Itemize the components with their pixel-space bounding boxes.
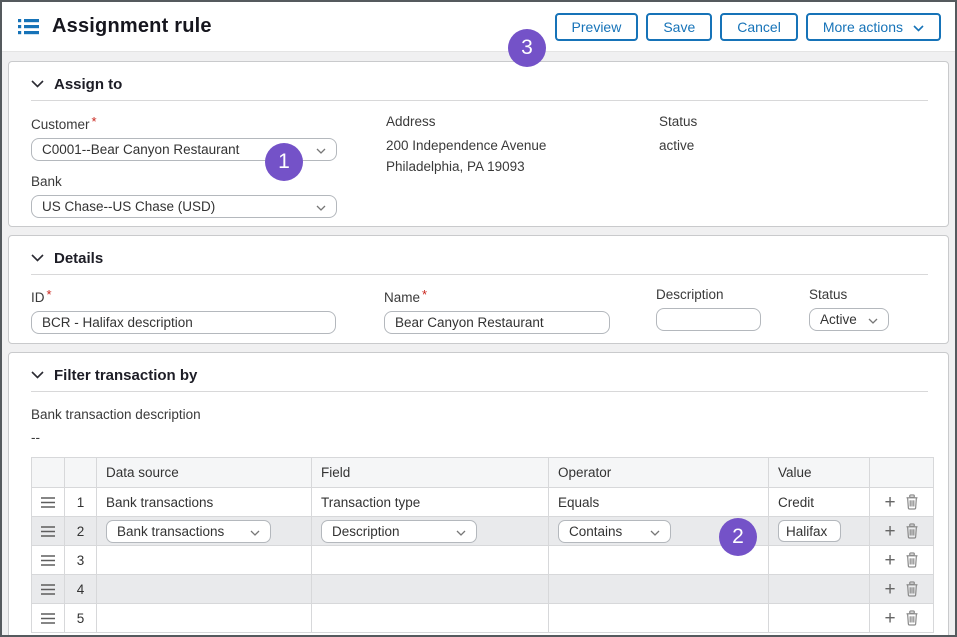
drag-handle-icon[interactable]: [40, 496, 56, 509]
address-line2: Philadelphia, PA 19093: [386, 156, 546, 177]
description-input[interactable]: [656, 308, 761, 331]
required-asterisk: *: [92, 114, 97, 129]
filter-title: Filter transaction by: [54, 367, 197, 384]
value-cell: Credit: [769, 488, 870, 517]
field-cell: Transaction type: [312, 488, 549, 517]
trash-icon[interactable]: [905, 581, 919, 597]
drag-handle-icon[interactable]: [40, 554, 56, 567]
annotation-step-2: 2: [719, 518, 757, 556]
collapse-chevron-icon[interactable]: [31, 249, 44, 267]
table-row: 4 +: [32, 575, 934, 604]
description-label: Description: [656, 287, 761, 302]
filter-section: Filter transaction by Bank transaction d…: [8, 352, 949, 637]
name-label: Name*: [384, 287, 610, 305]
address-line1: 200 Independence Avenue: [386, 135, 546, 156]
required-asterisk: *: [422, 287, 427, 302]
table-row: 1 Bank transactions Transaction type Equ…: [32, 488, 934, 517]
value-column-header: Value: [769, 458, 870, 488]
assignment-rule-window: Assignment rule Preview Save Cancel More…: [0, 0, 957, 637]
trash-icon[interactable]: [905, 552, 919, 568]
data-source-cell: Bank transactions: [97, 488, 312, 517]
add-row-icon[interactable]: +: [884, 580, 895, 599]
name-input[interactable]: [384, 311, 610, 334]
number-column-header: [65, 458, 97, 488]
chevron-down-icon: [913, 19, 924, 35]
required-asterisk: *: [47, 287, 52, 302]
more-actions-button[interactable]: More actions: [806, 13, 941, 41]
collapse-chevron-icon[interactable]: [31, 366, 44, 384]
bank-transaction-description-value: --: [31, 430, 928, 445]
row-number: 5: [65, 604, 97, 633]
list-menu-icon[interactable]: [18, 18, 39, 35]
annotation-step-1: 1: [265, 143, 303, 181]
filter-header: Filter transaction by: [31, 358, 928, 392]
customer-select-value: C0001--Bear Canyon Restaurant: [42, 142, 239, 157]
add-row-icon[interactable]: +: [884, 493, 895, 512]
annotation-step-3: 3: [508, 29, 546, 67]
assign-status-value: active: [659, 135, 697, 156]
field-select[interactable]: Description: [321, 520, 477, 543]
data-source-select[interactable]: Bank transactions: [106, 520, 271, 543]
value-input[interactable]: [778, 520, 841, 542]
add-row-icon[interactable]: +: [884, 551, 895, 570]
table-row: 5 +: [32, 604, 934, 633]
table-header-row: Data source Field Operator Value: [32, 458, 934, 488]
assign-status-label: Status: [659, 114, 697, 129]
save-button[interactable]: Save: [646, 13, 712, 41]
drag-handle-icon[interactable]: [40, 525, 56, 538]
operator-cell: Equals: [549, 488, 769, 517]
bank-transaction-description-label: Bank transaction description: [31, 407, 928, 422]
details-status-label: Status: [809, 287, 889, 302]
trash-icon[interactable]: [905, 494, 919, 510]
table-row: 2 Bank transactions Description Contains…: [32, 517, 934, 546]
details-title: Details: [54, 250, 103, 267]
trash-icon[interactable]: [905, 610, 919, 626]
operator-select[interactable]: Contains: [558, 520, 671, 543]
id-input[interactable]: [31, 311, 336, 334]
address-label: Address: [386, 114, 546, 129]
filter-conditions-table: Data source Field Operator Value 1 Bank …: [31, 457, 934, 633]
drag-column-header: [32, 458, 65, 488]
chevron-down-icon: [456, 524, 466, 539]
drag-handle-icon[interactable]: [40, 583, 56, 596]
table-row: 3 +: [32, 546, 934, 575]
operator-column-header: Operator: [549, 458, 769, 488]
page-title: Assignment rule: [52, 15, 212, 38]
assign-to-header: Assign to: [31, 67, 928, 101]
bank-select[interactable]: US Chase--US Chase (USD): [31, 195, 337, 218]
assign-to-title: Assign to: [54, 76, 122, 93]
drag-handle-icon[interactable]: [40, 612, 56, 625]
row-number: 2: [65, 517, 97, 546]
details-status-select[interactable]: Active: [809, 308, 889, 331]
details-header: Details: [31, 241, 928, 275]
top-bar: Assignment rule Preview Save Cancel More…: [2, 2, 955, 52]
row-number: 4: [65, 575, 97, 604]
row-number: 3: [65, 546, 97, 575]
cancel-button[interactable]: Cancel: [720, 13, 798, 41]
more-actions-label: More actions: [823, 19, 903, 35]
details-section: Details ID* Name* Description Status: [8, 235, 949, 344]
chevron-down-icon: [316, 199, 326, 214]
preview-button[interactable]: Preview: [555, 13, 639, 41]
collapse-chevron-icon[interactable]: [31, 75, 44, 93]
id-label: ID*: [31, 287, 336, 305]
field-column-header: Field: [312, 458, 549, 488]
add-row-icon[interactable]: +: [884, 609, 895, 628]
data-source-column-header: Data source: [97, 458, 312, 488]
trash-icon[interactable]: [905, 523, 919, 539]
assign-to-section: Assign to Customer* C0001--Bear Canyon R…: [8, 61, 949, 227]
chevron-down-icon: [316, 142, 326, 157]
row-number: 1: [65, 488, 97, 517]
actions-column-header: [870, 458, 934, 488]
customer-label: Customer*: [31, 114, 337, 132]
toolbar: Preview Save Cancel More actions: [555, 13, 941, 41]
add-row-icon[interactable]: +: [884, 522, 895, 541]
chevron-down-icon: [868, 312, 878, 327]
chevron-down-icon: [650, 524, 660, 539]
details-status-value: Active: [820, 312, 857, 327]
chevron-down-icon: [250, 524, 260, 539]
bank-select-value: US Chase--US Chase (USD): [42, 199, 215, 214]
